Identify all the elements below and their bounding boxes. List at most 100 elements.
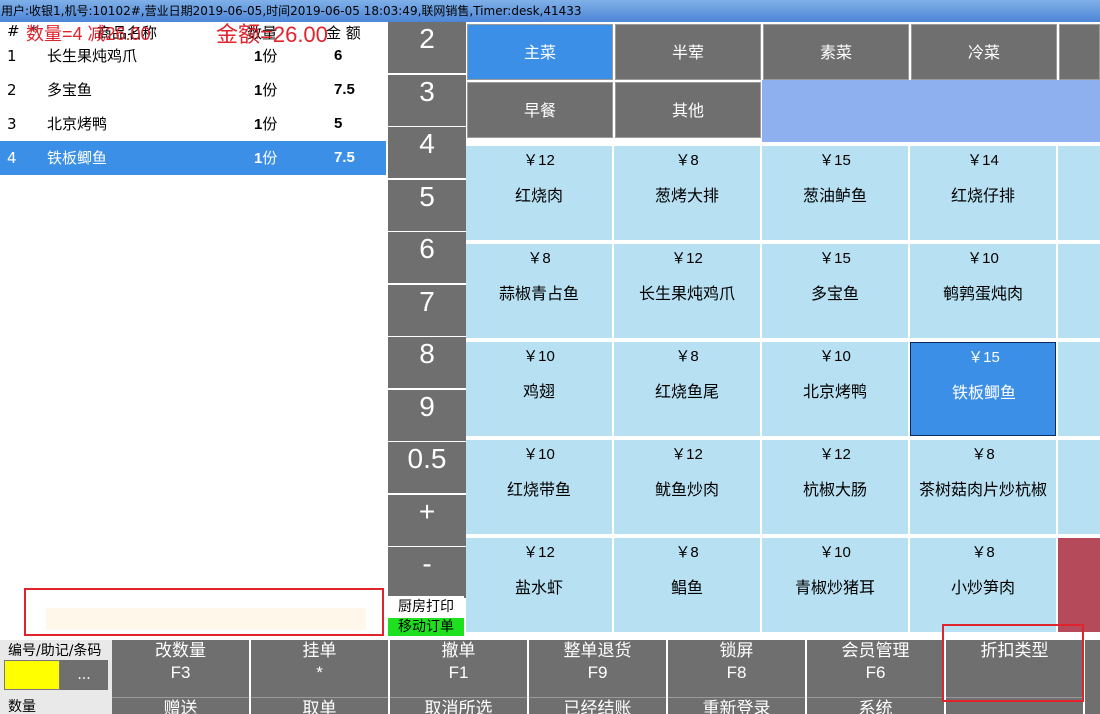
category-tab[interactable]: 主菜 [467, 24, 613, 80]
dish-button[interactable]: ￥10 红烧带鱼 [466, 440, 612, 534]
numpad-key[interactable]: - [388, 547, 466, 598]
order-row-num: 1 [7, 47, 17, 65]
dish-name: 杭椒大肠 [802, 480, 867, 499]
dish-name: 红 [1058, 182, 1100, 206]
function-key-shortcut: F8 [726, 663, 747, 682]
numpad-key[interactable]: 2 [388, 22, 466, 73]
order-summary-box [24, 588, 384, 636]
category-tab[interactable]: 素菜 [763, 24, 909, 80]
dish-button[interactable]: ￥8 蒜椒青占鱼 [466, 244, 612, 338]
function-key-shortcut: F1 [448, 663, 469, 682]
dish-price: ￥10 [523, 446, 555, 463]
summary-quantity: 数量=4 减26.00 [26, 24, 151, 44]
dish-button[interactable]: ￥10 北京烤鸭 [762, 342, 908, 436]
order-row-name: 多宝鱼 [47, 81, 93, 99]
function-key[interactable]: 锁屏 F8 重新登录 [668, 640, 805, 714]
category-tab[interactable]: 冷菜 [911, 24, 1057, 80]
code-entry-input[interactable] [4, 660, 60, 690]
dish-button[interactable] [1058, 538, 1100, 632]
dish-button[interactable]: ￥8 鲳鱼 [614, 538, 760, 632]
function-key-label-2: 重新登录 [702, 699, 771, 714]
dish-price: ￥15 [968, 349, 1000, 366]
dish-button[interactable]: ￥12 长生果炖鸡爪 [614, 244, 760, 338]
code-more-button[interactable]: ... [60, 660, 108, 690]
dish-button[interactable] [1058, 440, 1100, 534]
function-key-more[interactable] [1085, 640, 1100, 714]
category-tab[interactable]: 半荤 [615, 24, 761, 80]
dish-button[interactable]: ￥8 红烧鱼尾 [614, 342, 760, 436]
dish-name: 葱油鲈鱼 [802, 186, 867, 205]
order-list-panel: # * 商品名称 数量 金 额 1 长生果炖鸡爪 1份 6 2 多宝鱼 1份 7.5 3 北京烤鸭… [0, 22, 386, 640]
numpad-key[interactable]: 5 [388, 179, 466, 231]
dish-button[interactable]: ￥10 鹌鹑蛋炖肉 [910, 244, 1056, 338]
category-tabs: 主菜 半荤 素菜 冷菜早餐 其他 [466, 22, 1100, 146]
dish-price: ￥12 [671, 250, 703, 267]
dish-name: 小炒笋肉 [950, 578, 1015, 597]
numpad-key[interactable]: 8 [388, 337, 466, 388]
function-key[interactable]: 改数量 F3 赠送 [112, 640, 249, 714]
kitchen-print-button[interactable]: 厨房打印 [388, 596, 464, 618]
dish-name: 长生果炖鸡爪 [638, 284, 735, 303]
dish-button[interactable] [1058, 244, 1100, 338]
order-row[interactable]: 4 铁板鲫鱼 1份 7.5 [0, 141, 386, 175]
order-row-amount: 5 [334, 115, 343, 132]
dish-price: ￥10 [819, 348, 851, 365]
dish-button[interactable]: ￥15 葱油鲈鱼 [762, 146, 908, 240]
dish-button[interactable]: ￥15 多宝鱼 [762, 244, 908, 338]
dish-button[interactable]: ￥12 盐水虾 [466, 538, 612, 632]
dish-button[interactable]: ￥12 红烧肉 [466, 146, 612, 240]
order-row[interactable]: 2 多宝鱼 1份 7.5 [0, 73, 386, 107]
dish-button[interactable] [1058, 342, 1100, 436]
function-key-shortcut: F3 [170, 663, 191, 682]
function-key-shortcut: F6 [865, 663, 886, 682]
dish-button[interactable]: ￥8 茶树菇肉片炒杭椒 [910, 440, 1056, 534]
dish-name: 多宝鱼 [810, 284, 859, 303]
function-key-label-2: 已经结账 [563, 699, 632, 714]
category-tab-more[interactable] [1059, 24, 1100, 80]
dish-button[interactable]: ￥8 葱烤大排 [614, 146, 760, 240]
order-row-amount: 6 [334, 47, 343, 64]
dish-button[interactable]: 红 [1058, 146, 1100, 240]
dish-button[interactable]: ￥12 杭椒大肠 [762, 440, 908, 534]
function-key-shortcut: F9 [587, 663, 608, 682]
numpad-key[interactable]: 0.5 [388, 442, 466, 493]
function-key-label: 会员管理 [841, 641, 910, 661]
numpad-key[interactable]: 4 [388, 127, 466, 178]
mobile-order-button[interactable]: 移动订单 [388, 618, 464, 636]
order-row-qty: 1份 [254, 141, 277, 176]
dish-button[interactable]: ￥8 小炒笋肉 [910, 538, 1056, 632]
function-bar: 改数量 F3 赠送 挂单 * 取单 撤单 F1 取消所选 整单退货 F9 已经结账 锁屏 F8 重新登录 会员… [0, 640, 1100, 714]
function-key-shortcut: * [316, 663, 323, 682]
dish-price: ￥10 [819, 544, 851, 561]
function-key[interactable]: 会员管理 F6 系统 [807, 640, 944, 714]
function-key[interactable]: 撤单 F1 取消所选 [390, 640, 527, 714]
function-key[interactable]: 整单退货 F9 已经结账 [529, 640, 666, 714]
function-key-label: 改数量 [155, 641, 206, 661]
dish-button[interactable]: ￥10 鸡翅 [466, 342, 612, 436]
order-row-qty: 1份 [254, 107, 277, 142]
function-key-label-2: 系统 [858, 699, 893, 714]
dish-button[interactable]: ￥15 铁板鲫鱼 [910, 342, 1056, 436]
function-key-label-2: 赠送 [163, 699, 198, 714]
dish-name: 铁板鲫鱼 [951, 383, 1016, 402]
order-row[interactable]: 3 北京烤鸭 1份 5 [0, 107, 386, 141]
dish-button[interactable]: ￥12 鱿鱼炒肉 [614, 440, 760, 534]
quantity-label: 数量 [8, 699, 36, 714]
order-row-num: 4 [7, 149, 17, 167]
dish-price: ￥12 [523, 544, 555, 561]
dish-button[interactable]: ￥14 红烧仔排 [910, 146, 1056, 240]
dish-button[interactable]: ￥10 青椒炒猪耳 [762, 538, 908, 632]
function-key-label: 整单退货 [563, 641, 632, 661]
numpad-key[interactable]: 6 [388, 232, 466, 283]
numpad: 2 3 4 5 6 7 8 9 0.5 + - [386, 22, 466, 598]
category-tab[interactable]: 其他 [615, 82, 761, 138]
order-row-amount: 7.5 [334, 81, 355, 98]
numpad-key[interactable]: 9 [388, 389, 466, 441]
numpad-key[interactable]: 7 [388, 284, 466, 336]
numpad-key[interactable]: + [388, 494, 466, 546]
function-key[interactable]: 挂单 * 取单 [251, 640, 388, 714]
dish-name: 青椒炒猪耳 [794, 578, 875, 597]
category-tab[interactable]: 早餐 [467, 82, 613, 138]
numpad-key[interactable]: 3 [388, 74, 466, 126]
dish-name: 红烧带鱼 [506, 480, 571, 499]
